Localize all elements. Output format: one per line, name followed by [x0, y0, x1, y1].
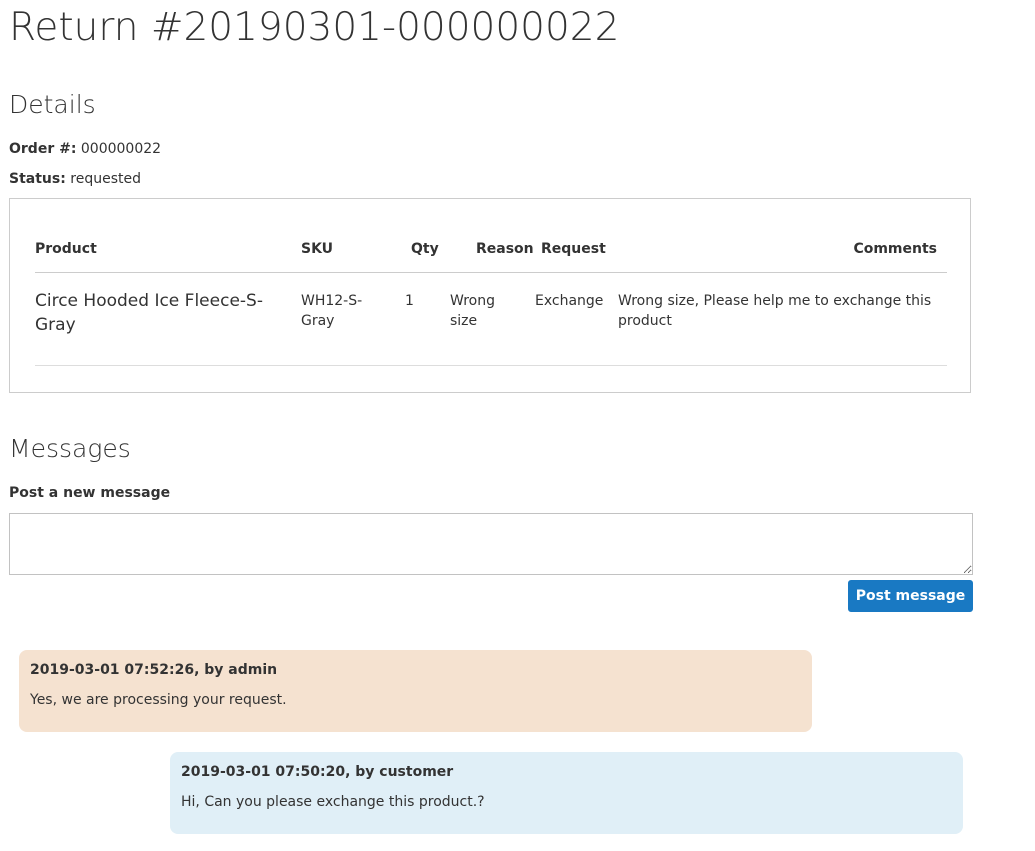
cell-qty: 1 [403, 272, 448, 366]
cell-comments: Wrong size, Please help me to exchange t… [618, 272, 947, 366]
status-label: Status: [9, 171, 66, 187]
table-header-row: Product SKU Qty Reason Request Comments [35, 227, 947, 273]
page-title: Return #20190301-000000022 [9, 5, 620, 50]
cell-sku: WH12-S-Gray [301, 272, 403, 366]
cell-request: Exchange [535, 272, 618, 366]
message-item-admin: 2019-03-01 07:52:26, by admin Yes, we ar… [19, 650, 812, 732]
post-message-button[interactable]: Post message [848, 580, 973, 612]
message-header: 2019-03-01 07:52:26, by admin [30, 662, 278, 678]
message-body: Hi, Can you please exchange this product… [181, 794, 485, 810]
column-header-product: Product [35, 227, 301, 273]
column-header-qty: Qty [403, 227, 448, 273]
order-number-value: 000000022 [80, 141, 162, 157]
message-header: 2019-03-01 07:50:20, by customer [181, 764, 454, 780]
status-line: Status: requested [9, 169, 141, 189]
cell-reason: Wrong size [448, 272, 535, 366]
post-message-label: Post a new message [9, 485, 171, 501]
column-header-sku: SKU [301, 227, 403, 273]
column-header-comments: Comments [618, 227, 947, 273]
message-body: Yes, we are processing your request. [30, 692, 287, 708]
table-row: Circe Hooded Ice Fleece-S-Gray WH12-S-Gr… [35, 272, 947, 366]
details-heading: Details [9, 90, 96, 119]
return-items-box: Product SKU Qty Reason Request Comments … [9, 198, 971, 393]
message-input[interactable] [9, 513, 973, 575]
return-items-table: Product SKU Qty Reason Request Comments … [35, 227, 947, 366]
messages-heading: Messages [9, 434, 131, 463]
cell-product-name: Circe Hooded Ice Fleece-S-Gray [35, 272, 301, 366]
column-header-request: Request [535, 227, 618, 273]
column-header-reason: Reason [448, 227, 535, 273]
status-value: requested [70, 171, 141, 187]
order-number-line: Order #: 000000022 [9, 139, 161, 159]
order-number-label: Order #: [9, 141, 77, 157]
message-item-customer: 2019-03-01 07:50:20, by customer Hi, Can… [170, 752, 963, 834]
